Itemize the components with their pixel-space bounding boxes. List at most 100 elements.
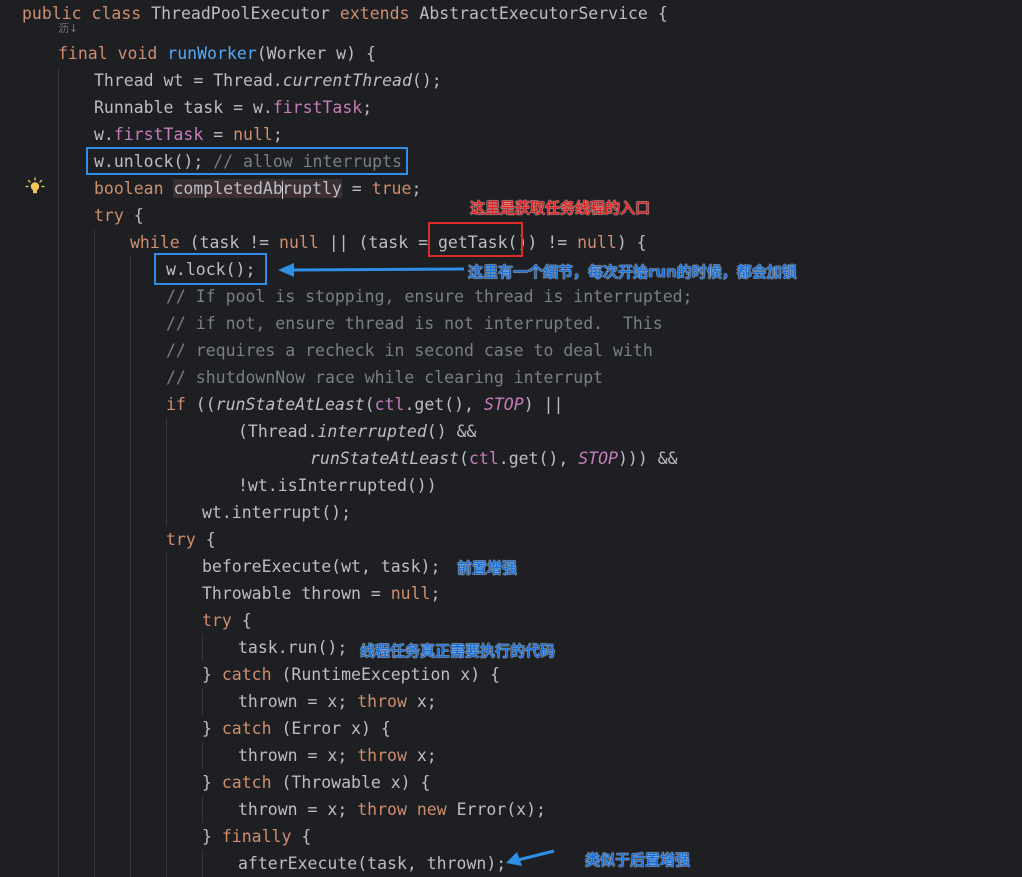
indent-guide <box>166 553 167 877</box>
code-line-throw2[interactable]: thrown = x; throw x; <box>238 742 437 769</box>
static-call: runStateAtLeast <box>215 395 365 414</box>
code-line-runstate[interactable]: runStateAtLeast(ctl.get(), STOP))) && <box>310 445 678 472</box>
code-text: { <box>123 206 144 225</box>
code-text: ; <box>411 179 422 198</box>
inlay-hint[interactable]: 沥↓ <box>58 22 78 36</box>
code-line-wt[interactable]: Thread wt = Thread.currentThread(); <box>94 67 442 94</box>
code-line-before-execute[interactable]: beforeExecute(wt, task); <box>202 553 440 580</box>
keyword: finally <box>221 827 292 846</box>
code-line-catch2[interactable]: } catch (Error x) { <box>202 715 391 742</box>
annotation-post-enhance: 类似于后置增强 <box>585 851 691 869</box>
code-text: Thread wt = Thread. <box>94 71 283 90</box>
code-line-task[interactable]: Runnable task = w.firstTask; <box>94 94 372 121</box>
code-text: ( <box>459 449 469 468</box>
parent-class: AbstractExecutorService <box>419 4 648 23</box>
variable-highlight[interactable]: completedAbruptly <box>173 179 342 199</box>
indent-guide <box>202 634 203 661</box>
code-text: (RuntimeException x) { <box>271 665 501 684</box>
code-text: = <box>341 179 372 198</box>
keyword: throw <box>357 746 407 765</box>
keyword: extends <box>339 4 410 23</box>
code-text: { <box>195 530 216 549</box>
code-line-if[interactable]: if ((runStateAtLeast(ctl.get(), STOP) || <box>166 391 563 418</box>
code-line-finally[interactable]: } finally { <box>202 823 311 850</box>
code-text: .get(), <box>498 449 579 468</box>
code-line-completed[interactable]: boolean completedAbruptly = true; <box>94 175 421 202</box>
code-text: ) || <box>523 395 564 414</box>
constant: STOP <box>578 449 618 468</box>
code-text: .get(), <box>404 395 484 414</box>
static-call: runStateAtLeast <box>310 449 460 468</box>
code-line-task-run[interactable]: task.run(); <box>238 634 347 661</box>
code-line-isinterrupted[interactable]: !wt.isInterrupted()) <box>238 472 437 499</box>
keyword: void <box>117 44 158 63</box>
code-line-try3[interactable]: try { <box>202 607 252 634</box>
code-text: thrown = x; <box>238 746 358 765</box>
keyword: new <box>416 800 447 819</box>
code-line-try1[interactable]: try { <box>94 202 144 229</box>
code-text: (Error x) { <box>271 719 391 738</box>
code-line-throw3[interactable]: thrown = x; throw new Error(x); <box>238 796 546 823</box>
code-text: } <box>202 665 222 684</box>
code-line-throw1[interactable]: thrown = x; throw x; <box>238 688 437 715</box>
code-text: ; <box>362 98 373 117</box>
code-text: x; <box>406 746 437 765</box>
code-text: } <box>202 719 222 738</box>
indent-guide <box>166 418 167 526</box>
code-text: ) != <box>527 233 578 252</box>
field: firstTask <box>272 98 363 117</box>
keyword: final <box>58 44 108 63</box>
keyword: while <box>130 233 180 252</box>
code-text: thrown = x; <box>238 800 358 819</box>
code-line-method-signature[interactable]: final void runWorker(Worker w) { <box>58 40 376 67</box>
keyword: null <box>279 233 319 252</box>
field: ctl <box>468 449 499 468</box>
indent-guide <box>58 68 59 877</box>
code-line-thrown[interactable]: Throwable thrown = null; <box>202 580 440 607</box>
brace: { <box>657 4 668 23</box>
class-name: ThreadPoolExecutor <box>151 4 330 23</box>
annotation-lock-detail: 这里有一个细节，每次开始run的时候，都会加锁 <box>468 263 797 281</box>
code-text: || (task = <box>318 233 438 252</box>
keyword: catch <box>221 773 272 792</box>
indent-guide <box>130 256 131 877</box>
comment-line[interactable]: // shutdownNow race while clearing inter… <box>166 364 603 391</box>
unlock-highlight-box <box>86 147 408 175</box>
comment-line[interactable]: // if not, ensure thread is not interrup… <box>166 310 663 337</box>
code-line-catch1[interactable]: } catch (RuntimeException x) { <box>202 661 500 688</box>
code-text: { <box>291 827 312 846</box>
code-text: () && <box>426 422 477 441</box>
code-text: x; <box>406 692 437 711</box>
code-text: (); <box>411 71 442 90</box>
code-line-firsttask[interactable]: w.firstTask = null; <box>94 121 283 148</box>
comment-line[interactable]: // requires a recheck in second case to … <box>166 337 653 364</box>
method-name: runWorker <box>167 44 257 63</box>
code-line-catch3[interactable]: } catch (Throwable x) { <box>202 769 431 796</box>
code-text: } <box>202 827 222 846</box>
code-text: (task != <box>179 233 280 252</box>
code-line-after-execute[interactable]: afterExecute(task, thrown); <box>238 850 506 877</box>
code-text: = <box>203 125 234 144</box>
code-text: { <box>231 611 252 630</box>
annotation-pre-enhance: 前置增强 <box>457 559 518 577</box>
keyword: null <box>577 233 617 252</box>
indent-guide <box>202 688 203 715</box>
keyword: try <box>94 206 124 225</box>
code-line-wt-interrupt[interactable]: wt.interrupt(); <box>202 499 351 526</box>
code-line-while[interactable]: while (task != null || (task = getTask()… <box>130 229 647 256</box>
code-line-try2[interactable]: try { <box>166 526 216 553</box>
code-text: thrown = x; <box>238 692 358 711</box>
field: ctl <box>374 395 405 414</box>
comment-line[interactable]: // If pool is stopping, ensure thread is… <box>166 283 693 310</box>
keyword: try <box>166 530 196 549</box>
code-editor[interactable]: public class ThreadPoolExecutor extends … <box>0 0 1022 877</box>
keyword: boolean <box>94 179 164 198</box>
keyword: catch <box>221 665 272 684</box>
params: (Worker w) { <box>256 44 376 63</box>
variable: ruptly <box>282 179 342 198</box>
code-line-class-decl[interactable]: public class ThreadPoolExecutor extends … <box>22 0 668 27</box>
keyword: if <box>166 395 186 414</box>
code-line-interrupted[interactable]: (Thread.interrupted() && <box>238 418 476 445</box>
lightbulb-icon[interactable] <box>25 177 45 197</box>
arrow-icon <box>506 849 555 866</box>
